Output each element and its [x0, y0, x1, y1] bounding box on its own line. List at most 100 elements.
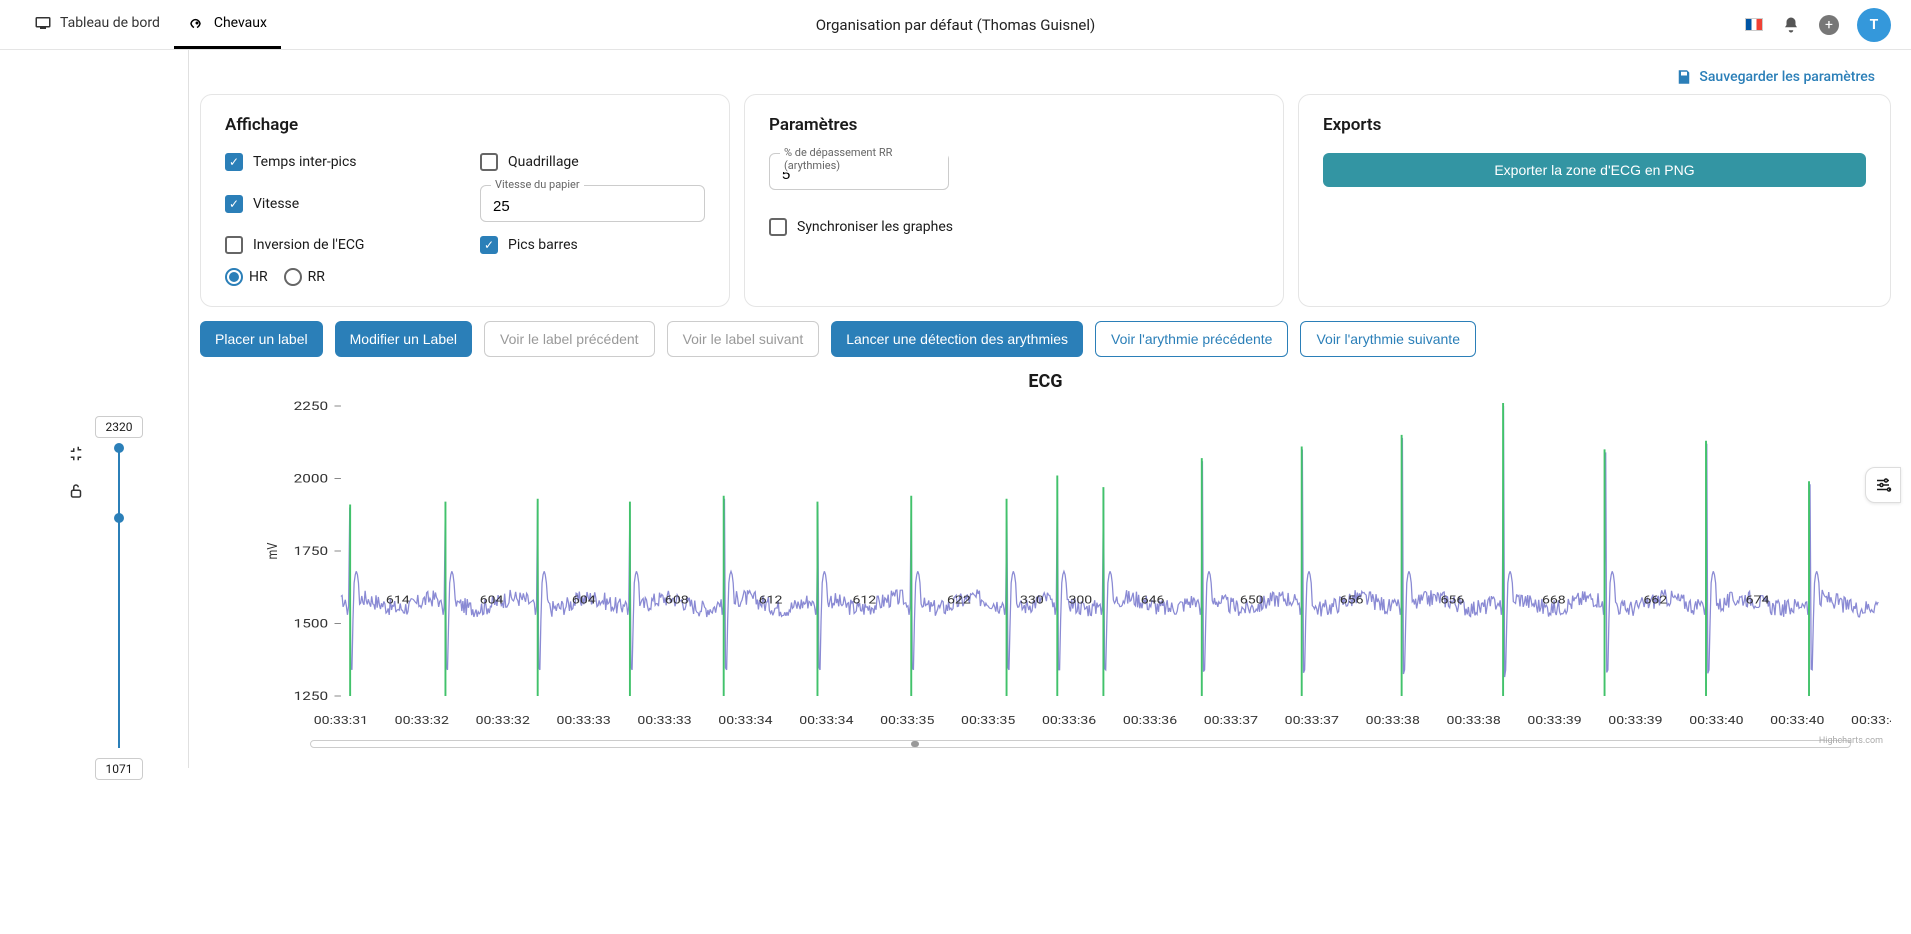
checkbox-grid[interactable]: [480, 153, 498, 171]
radio-hr[interactable]: [225, 268, 243, 286]
checkbox-invert[interactable]: [225, 236, 243, 254]
svg-text:00:33:40: 00:33:40: [1770, 714, 1824, 727]
label-rr: RR: [308, 269, 325, 285]
svg-text:1500: 1500: [294, 617, 329, 631]
svg-text:00:33:33: 00:33:33: [556, 714, 610, 727]
svg-text:00:33:37: 00:33:37: [1204, 714, 1258, 727]
paper-speed-input[interactable]: [493, 198, 692, 215]
chart-credit: Highcharts.com: [1819, 736, 1883, 746]
export-png-button[interactable]: Exporter la zone d'ECG en PNG: [1323, 153, 1866, 187]
svg-text:00:33:36: 00:33:36: [1123, 714, 1177, 727]
label-peak-bars: Pics barres: [508, 237, 578, 253]
svg-text:656: 656: [1340, 594, 1364, 607]
modify-label-button[interactable]: Modifier un Label: [335, 321, 472, 357]
svg-text:00:33:34: 00:33:34: [718, 714, 772, 727]
language-flag-fr[interactable]: [1745, 18, 1763, 31]
svg-text:668: 668: [1542, 594, 1566, 607]
svg-text:00:33:38: 00:33:38: [1366, 714, 1420, 727]
svg-text:00:33:31: 00:33:31: [314, 714, 368, 727]
rr-overshoot-field[interactable]: % de dépassement RR (arythmies): [769, 153, 949, 190]
prev-arrhythmia-button[interactable]: Voir l'arythmie précédente: [1095, 321, 1288, 357]
add-button[interactable]: +: [1819, 15, 1839, 35]
svg-text:612: 612: [852, 594, 876, 607]
svg-text:mV: mV: [265, 543, 282, 560]
paper-speed-field[interactable]: Vitesse du papier: [480, 185, 705, 222]
checkbox-interpeak[interactable]: [225, 153, 243, 171]
topbar: Tableau de bord Chevaux Organisation par…: [0, 0, 1911, 50]
svg-text:00:33:33: 00:33:33: [637, 714, 691, 727]
nav-tab-horses[interactable]: Chevaux: [174, 0, 281, 49]
place-label-button[interactable]: Placer un label: [200, 321, 323, 357]
notifications-icon[interactable]: [1781, 15, 1801, 35]
ecg-chart[interactable]: 12501500175020002250mV00:33:3100:33:3200…: [200, 396, 1891, 736]
svg-text:2000: 2000: [294, 472, 329, 486]
svg-text:00:33:34: 00:33:34: [799, 714, 853, 727]
svg-text:00:33:37: 00:33:37: [1285, 714, 1339, 727]
label-speed: Vitesse: [253, 196, 299, 212]
chart-title: ECG: [200, 371, 1891, 392]
label-hr: HR: [249, 269, 268, 285]
horse-icon: [188, 14, 206, 32]
svg-text:00:33:39: 00:33:39: [1527, 714, 1581, 727]
org-title: Organisation par défaut (Thomas Guisnel): [816, 16, 1096, 34]
y-range-slider[interactable]: [118, 448, 120, 748]
panel-params: Paramètres % de dépassement RR (arythmie…: [744, 94, 1284, 307]
svg-text:00:33:32: 00:33:32: [395, 714, 449, 727]
svg-text:608: 608: [665, 594, 689, 607]
checkbox-speed[interactable]: [225, 195, 243, 213]
chart-x-scrollbar[interactable]: [310, 740, 1851, 748]
svg-text:650: 650: [1240, 594, 1264, 607]
radio-rr[interactable]: [284, 268, 302, 286]
save-settings-label: Sauvegarder les paramètres: [1699, 69, 1875, 85]
rr-overshoot-floating-label: % de dépassement RR (arythmies): [780, 146, 948, 172]
floating-settings-button[interactable]: [1865, 467, 1901, 503]
prev-label-button[interactable]: Voir le label précédent: [484, 321, 655, 357]
svg-text:00:33:38: 00:33:38: [1446, 714, 1500, 727]
svg-text:330: 330: [1020, 594, 1044, 607]
next-arrhythmia-button[interactable]: Voir l'arythmie suivante: [1300, 321, 1476, 357]
svg-text:300: 300: [1068, 594, 1092, 607]
svg-text:662: 662: [1643, 594, 1667, 607]
save-icon: [1675, 68, 1693, 86]
panel-display: Affichage Temps inter-pics Quadrillage V…: [200, 94, 730, 307]
nav-tab-dashboard[interactable]: Tableau de bord: [20, 0, 174, 49]
svg-text:612: 612: [759, 594, 783, 607]
chart-x-scrollbar-thumb[interactable]: [911, 741, 919, 747]
paper-speed-floating-label: Vitesse du papier: [491, 178, 584, 191]
dashboard-icon: [34, 14, 52, 32]
panel-exports: Exports Exporter la zone d'ECG en PNG: [1298, 94, 1891, 307]
label-invert: Inversion de l'ECG: [253, 237, 364, 253]
y-upper-value[interactable]: 2320: [95, 416, 144, 438]
detect-arrhythmia-button[interactable]: Lancer une détection des arythmies: [831, 321, 1083, 357]
label-interpeak: Temps inter-pics: [253, 154, 357, 170]
svg-text:1750: 1750: [294, 545, 329, 559]
y-lower-value[interactable]: 1071: [95, 758, 144, 780]
nav-tab-dashboard-label: Tableau de bord: [60, 15, 160, 31]
checkbox-peak-bars[interactable]: [480, 236, 498, 254]
svg-text:604: 604: [572, 594, 596, 607]
next-label-button[interactable]: Voir le label suivant: [667, 321, 820, 357]
svg-text:656: 656: [1440, 594, 1464, 607]
nav-tab-horses-label: Chevaux: [214, 15, 267, 31]
panel-display-title: Affichage: [225, 115, 705, 135]
checkbox-sync[interactable]: [769, 218, 787, 236]
label-sync: Synchroniser les graphes: [797, 219, 953, 235]
svg-text:622: 622: [947, 594, 971, 607]
label-grid: Quadrillage: [508, 154, 579, 170]
svg-text:674: 674: [1746, 594, 1770, 607]
svg-text:00:33:35: 00:33:35: [880, 714, 934, 727]
svg-text:00:33:39: 00:33:39: [1608, 714, 1662, 727]
svg-text:00:33:36: 00:33:36: [1042, 714, 1096, 727]
svg-text:646: 646: [1141, 594, 1165, 607]
avatar[interactable]: T: [1857, 8, 1891, 42]
lock-icon[interactable]: [67, 482, 85, 500]
chart-left-tools: 2320 1071: [20, 416, 190, 780]
svg-text:604: 604: [480, 594, 504, 607]
panel-params-title: Paramètres: [769, 115, 1259, 135]
y-slider-bottom-handle[interactable]: [114, 513, 124, 523]
save-settings-link[interactable]: Sauvegarder les paramètres: [1675, 68, 1875, 86]
panel-exports-title: Exports: [1323, 115, 1866, 135]
svg-text:2250: 2250: [294, 400, 329, 414]
y-slider-top-handle[interactable]: [114, 443, 124, 453]
collapse-icon[interactable]: [67, 446, 85, 464]
